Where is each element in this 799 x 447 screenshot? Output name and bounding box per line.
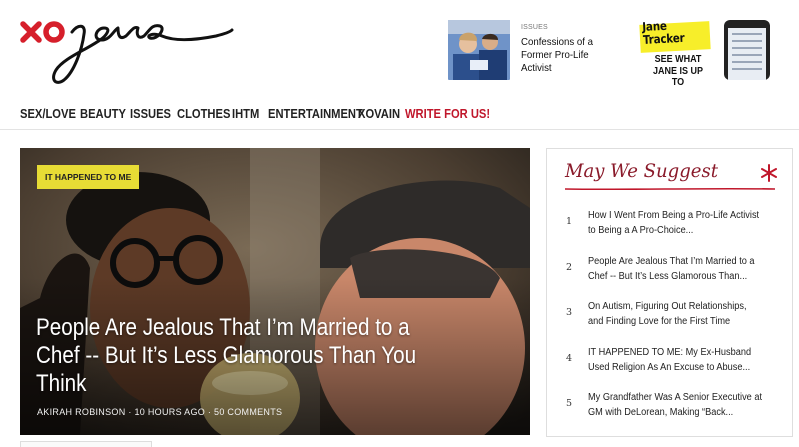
nav-item-beauty[interactable]: BEAUTY: [80, 106, 126, 124]
jane-tracker-widget[interactable]: Jane Tracker SEE WHAT JANE IS UP TO: [639, 19, 775, 88]
phone-icon: [724, 20, 770, 80]
hero-timestamp: 10 HOURS AGO: [134, 407, 206, 417]
nav-item-xovain[interactable]: XOVAIN: [358, 106, 400, 124]
suggest-number: 5: [566, 398, 573, 409]
tracker-title: Jane Tracker: [642, 19, 685, 47]
tracker-cta-line1: SEE WHAT: [654, 54, 702, 65]
suggest-item[interactable]: 3 On Autism, Figuring Out Relationships,…: [547, 298, 792, 344]
suggest-item[interactable]: 4 IT HAPPENED TO ME: My Ex-Husband Used …: [547, 344, 792, 390]
logo-mark: [20, 21, 234, 84]
meta-separator: ·: [207, 407, 212, 417]
nav-item-issues[interactable]: ISSUES: [130, 106, 171, 124]
phone-screen: [728, 28, 766, 80]
suggest-link[interactable]: My Grandfather Was A Senior Executive at…: [588, 390, 763, 420]
tracker-cta-line2: JANE IS UP TO: [652, 65, 704, 89]
suggest-link[interactable]: IT HAPPENED TO ME: My Ex-Husband Used Re…: [588, 345, 763, 375]
hero-category-tag[interactable]: IT HAPPENED TO ME: [37, 165, 140, 189]
hero-comments-link[interactable]: 50 COMMENTS: [214, 407, 282, 417]
suggest-link[interactable]: People Are Jealous That I’m Married to a…: [588, 254, 763, 284]
heading-underline: [565, 187, 775, 191]
main-nav: SEX/LOVE BEAUTY ISSUES CLOTHES IHTM ENTE…: [20, 106, 504, 124]
suggest-item[interactable]: 2 People Are Jealous That I’m Married to…: [547, 253, 792, 299]
suggest-number: 1: [566, 216, 573, 227]
tracker-title-line2: Tracker: [642, 30, 685, 47]
tracker-cta[interactable]: SEE WHAT JANE IS UP TO: [650, 54, 706, 89]
nav-divider: [0, 129, 799, 130]
hero-meta: AKIRAH ROBINSON · 10 HOURS AGO · 50 COMM…: [37, 407, 282, 417]
featured-promo[interactable]: ISSUES Confessions of a Former Pro-Life …: [448, 20, 608, 80]
nav-item-write-for-us[interactable]: WRITE FOR US!: [405, 106, 490, 124]
suggest-item[interactable]: 1 How I Went From Being a Pro-Life Activ…: [547, 207, 792, 253]
suggest-heading: May We Suggest: [565, 160, 718, 182]
promo-kicker: ISSUES: [521, 24, 548, 31]
suggest-number: 4: [566, 352, 573, 364]
nav-item-ihtm[interactable]: IHTM: [232, 106, 263, 124]
suggest-list: 1 How I Went From Being a Pro-Life Activ…: [547, 207, 792, 435]
may-we-suggest-panel: May We Suggest 1 How I Went From Being a…: [546, 148, 793, 437]
hero-article[interactable]: IT HAPPENED TO ME People Are Jealous Tha…: [20, 148, 530, 435]
hero-author[interactable]: AKIRAH ROBINSON: [37, 407, 126, 417]
suggest-link[interactable]: On Autism, Figuring Out Relationships, a…: [588, 299, 763, 329]
promo-thumbnail[interactable]: [448, 20, 510, 80]
next-section-edge: [20, 441, 152, 447]
nav-item-clothes[interactable]: CLOTHES: [177, 106, 230, 124]
nav-item-sex-love[interactable]: SEX/LOVE: [20, 106, 76, 124]
promo-title[interactable]: Confessions of a Former Pro-Life Activis…: [521, 36, 604, 75]
suggest-number: 3: [566, 307, 573, 318]
suggest-link[interactable]: How I Went From Being a Pro-Life Activis…: [588, 208, 763, 238]
nav-item-entertainment[interactable]: ENTERTAINMENT: [268, 106, 363, 124]
meta-separator: ·: [128, 407, 132, 417]
asterisk-icon: [761, 164, 777, 182]
xojane-logo[interactable]: [20, 10, 235, 92]
hero-title[interactable]: People Are Jealous That I’m Married to a…: [36, 314, 440, 398]
suggest-item[interactable]: 5 My Grandfather Was A Senior Executive …: [547, 389, 792, 435]
suggest-number: 2: [566, 261, 573, 273]
